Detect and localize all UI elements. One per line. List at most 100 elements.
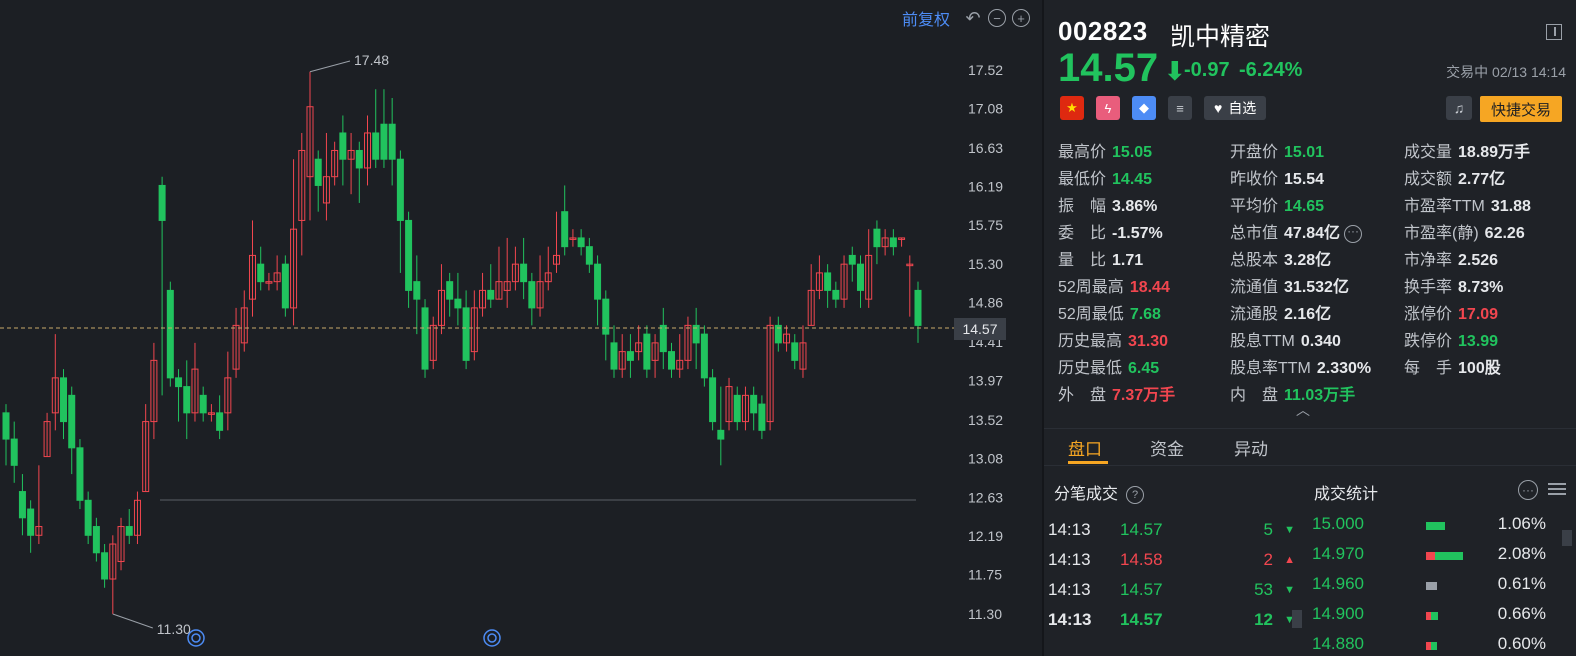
add-watchlist-button[interactable]: ♥ 自选 xyxy=(1204,96,1267,120)
candle-body xyxy=(355,149,363,169)
candle-body xyxy=(659,324,667,353)
candle-body xyxy=(380,123,388,160)
stat-label: 平均价 xyxy=(1230,198,1279,215)
candle-body xyxy=(717,429,725,440)
y-tick-label: 16.19 xyxy=(968,178,1003,194)
adjust-mode-link[interactable]: 前复权 xyxy=(902,6,950,30)
volume-stats-list[interactable]: 15.000 1.06% 14.970 2.08% 14.960 0.61% 14.900 0… xyxy=(1310,506,1576,656)
candle-body xyxy=(314,158,322,186)
candle-body xyxy=(758,403,766,431)
stat-label: 股息TTM xyxy=(1230,333,1295,350)
zoom-out-icon[interactable]: − xyxy=(988,9,1006,27)
stat-cell: 股息TTM 0.340 xyxy=(1230,327,1341,351)
stat-cell: 振 幅 3.86% xyxy=(1058,192,1157,216)
event-marker-icon[interactable] xyxy=(187,629,205,647)
down-arrow-icon: ⬇ xyxy=(1164,56,1186,86)
low-marker-line xyxy=(112,613,153,629)
tab-pankou[interactable]: 盘口 xyxy=(1068,435,1102,460)
stat-label: 昨收价 xyxy=(1230,171,1279,188)
candle-body xyxy=(199,394,207,414)
candle-body xyxy=(824,272,832,291)
volstat-price: 14.880 xyxy=(1312,634,1364,653)
kline-chart[interactable]: 17.5217.0816.6316.1915.7515.3014.8614.41… xyxy=(0,0,1040,656)
y-tick-label: 12.63 xyxy=(968,490,1003,506)
candle-body xyxy=(626,351,634,361)
stat-label: 涨停价 xyxy=(1404,306,1453,323)
stat-value: 14.45 xyxy=(1112,171,1153,188)
tick-time: 14:13 xyxy=(1048,506,1091,510)
stat-label: 振 幅 xyxy=(1058,198,1107,215)
high-marker-line xyxy=(309,60,351,73)
stat-cell: 昨收价 15.54 xyxy=(1230,165,1324,189)
y-tick-label: 14.86 xyxy=(968,295,1003,311)
list-view-icon[interactable] xyxy=(1548,480,1566,498)
stat-cell: 52周最低 7.68 xyxy=(1058,300,1161,324)
stat-value: 3.28亿 xyxy=(1284,252,1332,269)
collapse-stats-icon[interactable]: ︿ xyxy=(1296,400,1310,420)
stats-row: 52周最低 7.68 流通股 2.16亿 涨停价 17.09 xyxy=(1058,300,1568,327)
tab-movement[interactable]: 异动 xyxy=(1234,435,1268,460)
candle-body xyxy=(166,289,174,379)
collapse-panel-icon[interactable] xyxy=(1546,24,1562,40)
candle-body xyxy=(594,263,602,300)
stat-cell: 流通股 2.16亿 xyxy=(1230,300,1331,324)
stat-value: 2.77亿 xyxy=(1458,171,1506,188)
candle-body xyxy=(643,333,651,370)
note-icon[interactable]: ≡ xyxy=(1168,96,1192,120)
candle-body xyxy=(92,526,100,554)
tick-price: 14.57 xyxy=(1120,506,1163,510)
volstat-pct: 0.66% xyxy=(1497,604,1546,623)
candle-body xyxy=(60,377,68,423)
low-price-label: 11.30 xyxy=(157,621,191,637)
high-price-label: 17.48 xyxy=(354,52,389,68)
volstat-neutral-bar xyxy=(1426,582,1437,590)
tick-scrollbar[interactable] xyxy=(1292,610,1302,628)
tick-volume: 2 xyxy=(1264,506,1273,510)
stat-value: 15.01 xyxy=(1284,144,1325,161)
tick-time: 14:13 xyxy=(1048,520,1091,539)
stat-value: -1.57% xyxy=(1112,225,1163,242)
y-tick-label: 17.52 xyxy=(968,62,1003,78)
kline-chart-panel[interactable]: 17.52 17.08 16.63 16.19 15.75 15.30 14.86 14.41… xyxy=(0,0,1040,656)
tick-volume: 12 xyxy=(1254,610,1273,629)
stat-value: 2.16亿 xyxy=(1284,306,1332,323)
y-tick-label: 15.30 xyxy=(968,256,1003,272)
volstat-pct: 1.06% xyxy=(1497,514,1546,533)
quote-panel: 002823 凯中精密 14.57 ⬇ -0.97 -6.24% 交易中 02/… xyxy=(1044,0,1576,656)
stat-cell: 52周最高 18.44 xyxy=(1058,273,1170,297)
stat-value: 0.340 xyxy=(1300,333,1341,350)
more-options-icon[interactable]: ··· xyxy=(1344,224,1363,243)
stat-label: 股息率TTM xyxy=(1230,360,1311,377)
china-flag-icon[interactable]: ★ xyxy=(1060,96,1084,120)
more-icon[interactable]: ··· xyxy=(1518,480,1538,500)
stat-label: 52周最高 xyxy=(1058,279,1124,296)
volstats-scrollbar[interactable] xyxy=(1562,530,1572,546)
tab-funds[interactable]: 资金 xyxy=(1150,435,1184,460)
stat-cell: 总市值 47.84亿 ··· xyxy=(1230,219,1363,243)
tick-row: 14:13 14.57 5 ▼ xyxy=(1044,520,1299,550)
stat-cell: 开盘价 15.01 xyxy=(1230,138,1324,162)
candle-body xyxy=(528,281,536,309)
candle-body xyxy=(700,333,708,379)
stat-label: 历史最高 xyxy=(1058,333,1123,350)
undo-icon[interactable]: ↶ xyxy=(964,9,982,27)
alert-bell-icon[interactable]: ♫ xyxy=(1446,96,1472,120)
stat-value: 3.86% xyxy=(1112,198,1158,215)
volstat-price: 14.960 xyxy=(1312,574,1364,593)
candle-body xyxy=(372,132,380,160)
candle-body xyxy=(10,438,18,466)
tick-list[interactable]: 14:1314.572▼14:1314.575▼14:1314.582▲14:1… xyxy=(1044,506,1299,656)
stat-cell: 市盈率(静) 62.26 xyxy=(1404,219,1525,243)
zoom-in-icon[interactable]: + xyxy=(1012,9,1030,27)
flash-icon[interactable]: ϟ xyxy=(1096,96,1120,120)
stat-cell: 换手率 8.73% xyxy=(1404,273,1503,297)
quick-trade-button[interactable]: 快捷交易 xyxy=(1480,96,1562,122)
tick-price: 14.58 xyxy=(1120,550,1163,569)
stat-value: 7.68 xyxy=(1129,306,1161,323)
ticks-title: 分笔成交 xyxy=(1054,486,1119,503)
help-icon[interactable]: ? xyxy=(1126,485,1145,504)
stat-cell: 最高价 15.05 xyxy=(1058,138,1152,162)
tag-icon[interactable]: ◆ xyxy=(1132,96,1156,120)
candle-body xyxy=(281,263,289,309)
event-marker-icon[interactable] xyxy=(483,629,501,647)
